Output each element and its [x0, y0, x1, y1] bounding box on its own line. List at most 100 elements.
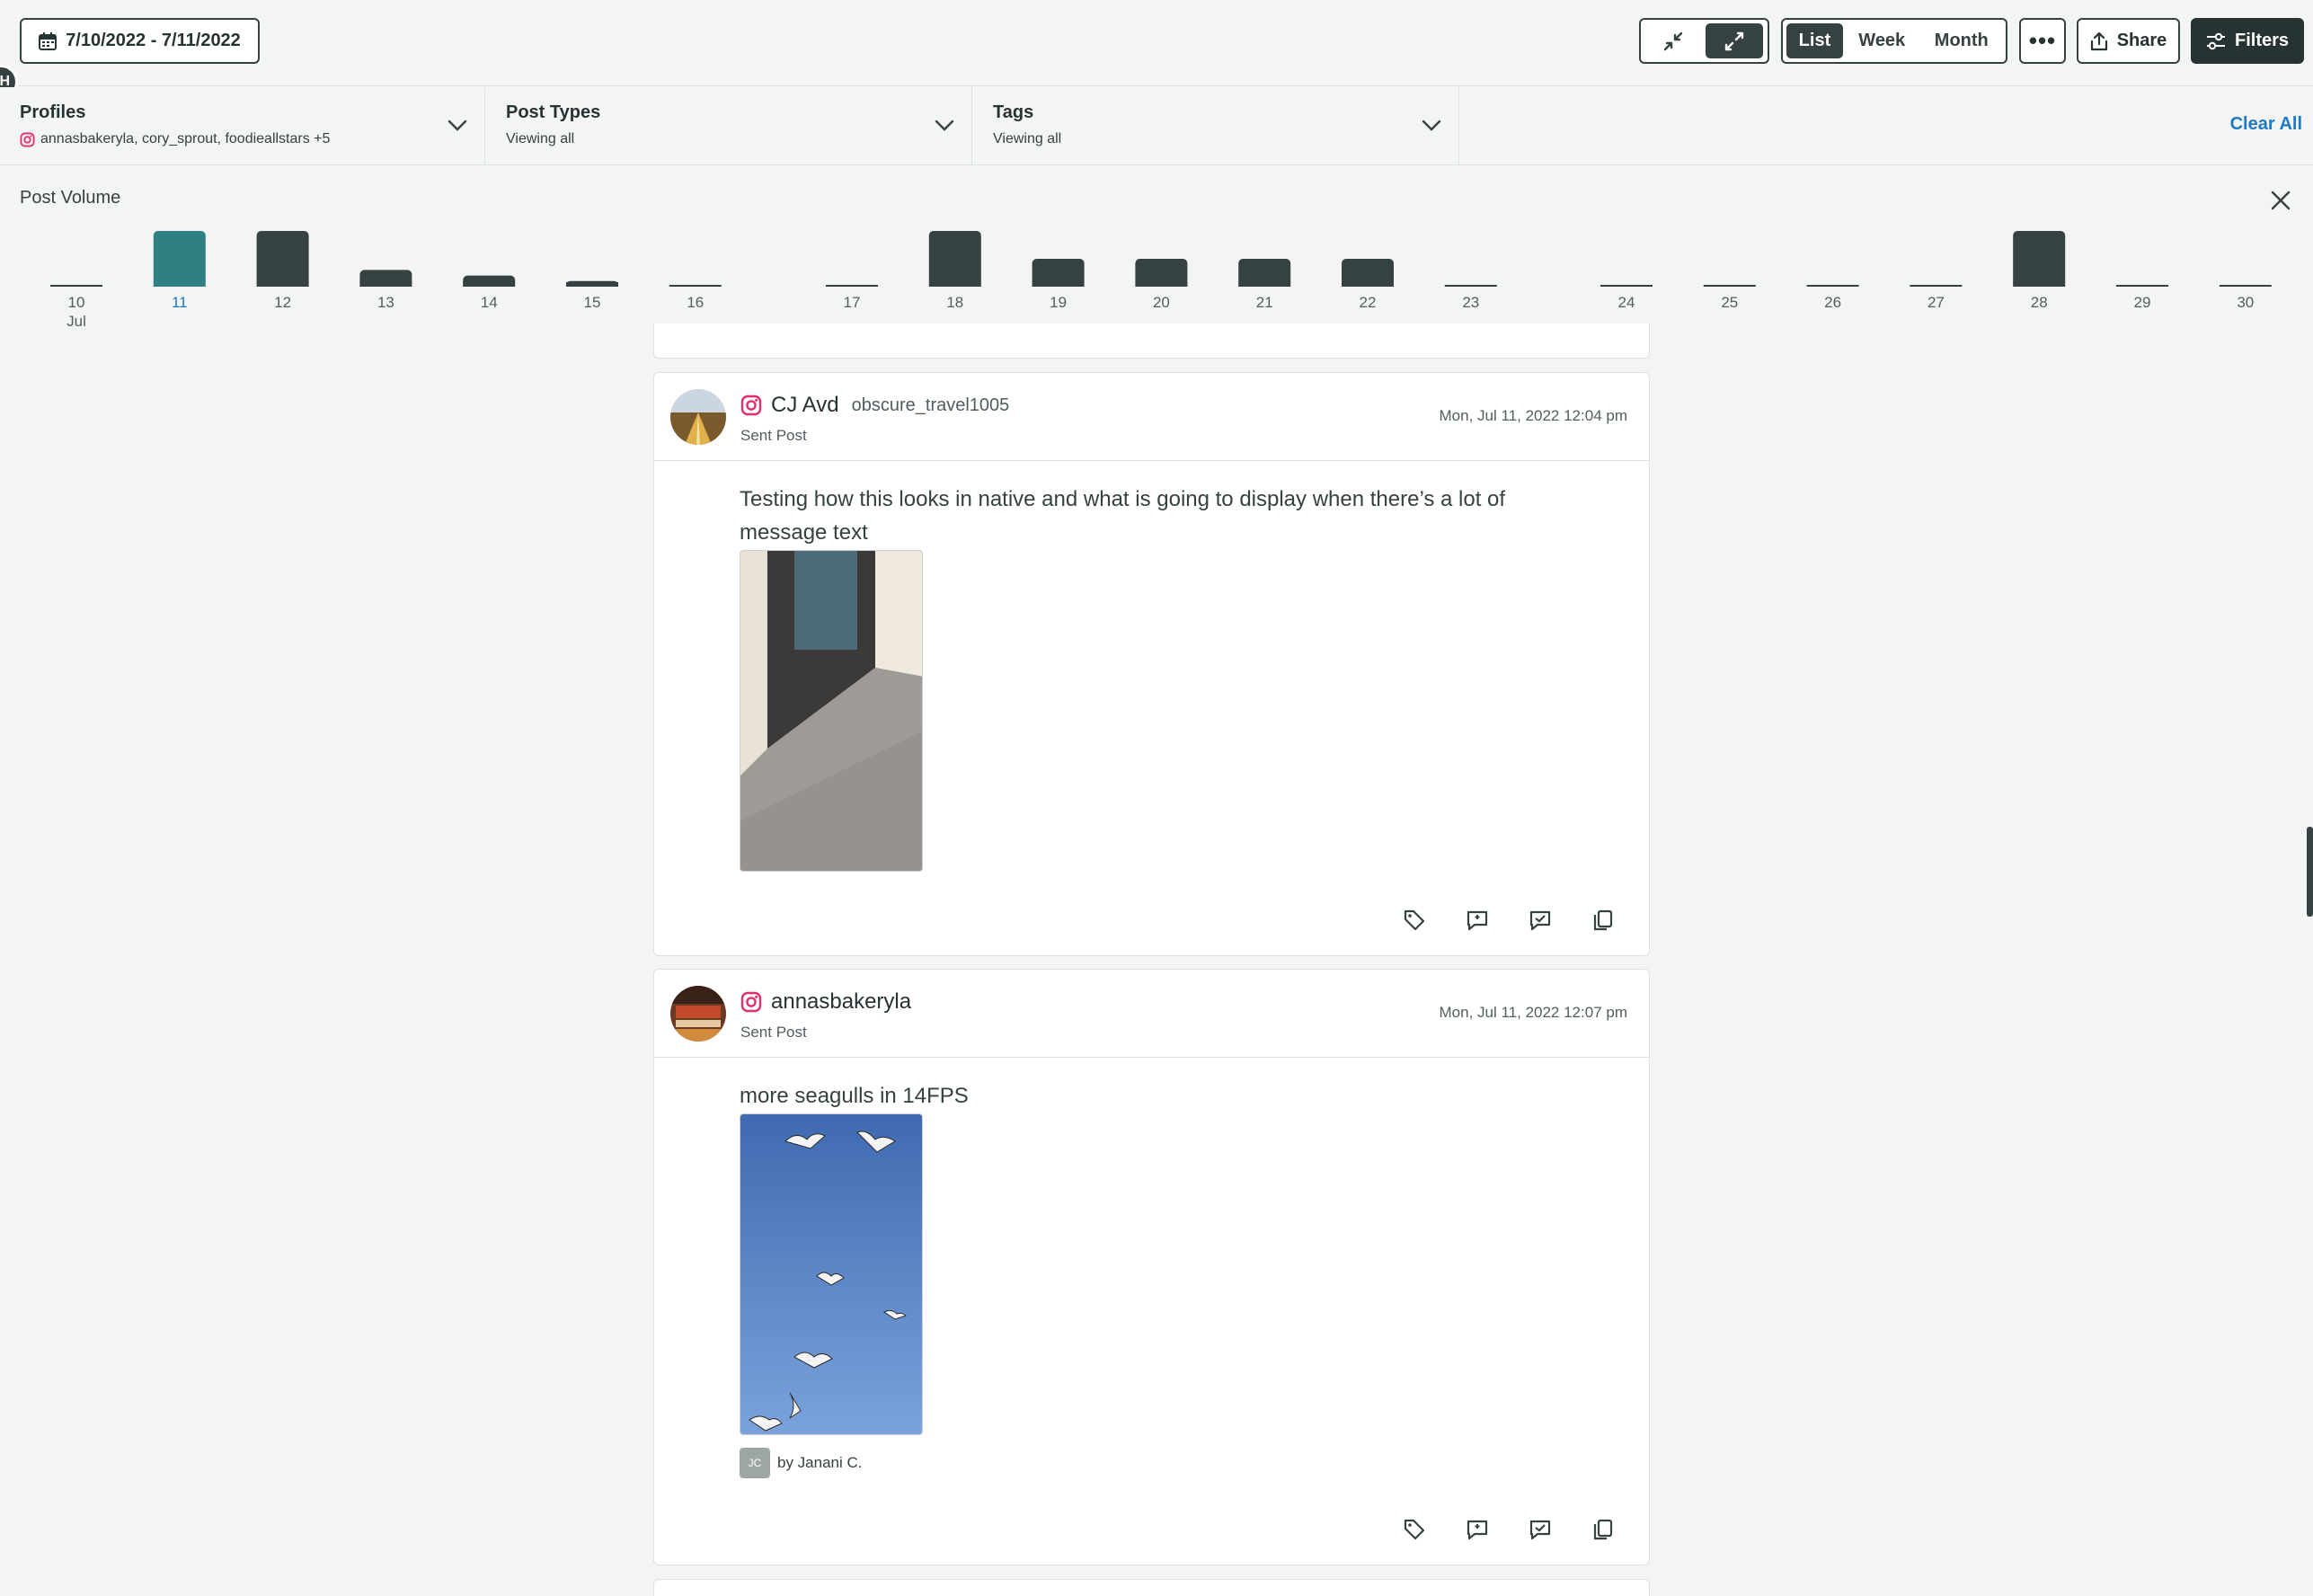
- chevron-down-icon: [935, 120, 954, 131]
- next-post-card-top: [653, 1579, 1650, 1596]
- volume-bar-28[interactable]: [2013, 231, 2066, 287]
- volume-bar-30[interactable]: [2219, 285, 2272, 287]
- clear-all-link[interactable]: Clear All: [2230, 114, 2302, 135]
- volume-bar-base-19: [1032, 282, 1085, 287]
- volume-day-label-15: 15: [584, 294, 601, 311]
- post-message: Testing how this looks in native and wha…: [740, 487, 1506, 545]
- post-message: more seagulls in 14FPS: [740, 1084, 969, 1108]
- volume-bar-10[interactable]: [50, 285, 102, 287]
- volume-bar-base-28: [2013, 282, 2066, 287]
- filters-button[interactable]: Filters: [2191, 18, 2304, 64]
- post-types-filter[interactable]: Post Types Viewing all: [486, 87, 972, 165]
- view-list-button[interactable]: List: [1786, 23, 1843, 58]
- tag-icon[interactable]: [1403, 1518, 1426, 1541]
- instagram-icon: [740, 395, 762, 416]
- volume-day-label-18: 18: [946, 294, 963, 311]
- byline-text: by Janani C.: [777, 1454, 863, 1471]
- volume-bar-12[interactable]: [256, 231, 309, 287]
- expanded-view-button[interactable]: [1706, 23, 1763, 58]
- volume-bar-23[interactable]: [1444, 285, 1497, 287]
- volume-bar-27[interactable]: [1910, 285, 1963, 287]
- task-icon[interactable]: [1529, 909, 1552, 932]
- close-icon[interactable]: [2270, 190, 2291, 211]
- filter-bar: Profiles annasbakeryla, cory_sprout, foo…: [0, 87, 2313, 165]
- tags-filter-title: Tags: [993, 102, 1034, 122]
- volume-day-label-12: 12: [274, 294, 291, 311]
- view-week-button[interactable]: Week: [1847, 23, 1918, 58]
- post-handle: obscure_travel1005: [851, 395, 1010, 415]
- density-toggle: [1639, 18, 1769, 64]
- tags-filter-value: Viewing all: [993, 131, 1062, 146]
- volume-bar-16[interactable]: [669, 285, 722, 287]
- post-types-filter-value: Viewing all: [506, 131, 575, 146]
- volume-bar-base-12: [256, 282, 309, 287]
- volume-day-label-16: 16: [687, 294, 704, 311]
- volume-bar-base-14: [463, 282, 516, 287]
- view-switcher: List Week Month: [1781, 18, 2007, 64]
- volume-bar-base-21: [1238, 282, 1291, 287]
- post-author[interactable]: annasbakeryla: [771, 989, 911, 1015]
- volume-day-label-14: 14: [481, 294, 498, 311]
- volume-day-label-19: 19: [1050, 294, 1067, 311]
- post-types-filter-title: Post Types: [506, 102, 601, 122]
- volume-bar-11[interactable]: [153, 231, 206, 287]
- instagram-icon: [740, 991, 762, 1013]
- filters-label: Filters: [2234, 31, 2290, 50]
- volume-bar-29[interactable]: [2116, 285, 2168, 287]
- copy-icon[interactable]: [1591, 909, 1615, 932]
- volume-bar-25[interactable]: [1703, 285, 1756, 287]
- volume-month-label: Jul: [66, 313, 86, 330]
- volume-day-label-17: 17: [844, 294, 861, 311]
- volume-day-label-26: 26: [1824, 294, 1841, 311]
- calendar-icon: [39, 31, 58, 50]
- copy-icon[interactable]: [1591, 1518, 1615, 1541]
- task-icon[interactable]: [1529, 1518, 1552, 1541]
- volume-day-label-27: 27: [1928, 294, 1945, 311]
- instagram-icon: [20, 131, 35, 147]
- more-dots-icon: •••: [2028, 27, 2057, 54]
- volume-day-label-23: 23: [1462, 294, 1479, 311]
- post-card-header: CJ Avd obscure_travel1005 Sent Post Mon,…: [654, 373, 1649, 461]
- post-author[interactable]: CJ Avd: [771, 393, 839, 418]
- scrollbar-thumb[interactable]: [2307, 827, 2313, 917]
- volume-day-label-20: 20: [1153, 294, 1170, 311]
- volume-bar-base-13: [359, 282, 412, 287]
- top-toolbar: 7/10/2022 - 7/11/2022 List Week Month ••…: [0, 0, 2313, 86]
- post-card: annasbakeryla Sent Post Mon, Jul 11, 202…: [653, 969, 1650, 1565]
- volume-bar-17[interactable]: [826, 285, 878, 287]
- profiles-filter[interactable]: Profiles annasbakeryla, cory_sprout, foo…: [0, 87, 485, 165]
- post-type: Sent Post: [740, 427, 807, 444]
- post-volume-panel: 10 11 12 13 14 15 16 17 18 19 20 21 22 23 24 25 26 27 28 29…: [0, 166, 2313, 341]
- post-byline: JC by Janani C.: [740, 1448, 1563, 1478]
- sliders-icon: [2206, 32, 2225, 49]
- post-timestamp: Mon, Jul 11, 2022 12:07 pm: [1439, 1004, 1628, 1021]
- volume-bar-26[interactable]: [1806, 285, 1859, 287]
- comment-icon[interactable]: [1466, 909, 1489, 932]
- volume-day-label-11: 11: [172, 294, 188, 311]
- more-options-button[interactable]: •••: [2019, 18, 2066, 64]
- profiles-filter-title: Profiles: [20, 102, 86, 122]
- volume-bar-base-20: [1135, 282, 1188, 287]
- share-button[interactable]: Share: [2077, 18, 2180, 64]
- volume-bar-24[interactable]: [1600, 285, 1653, 287]
- share-icon: [2090, 31, 2107, 50]
- date-range-label: 7/10/2022 - 7/11/2022: [66, 31, 241, 50]
- volume-day-label-21: 21: [1256, 294, 1273, 311]
- date-range-button[interactable]: 7/10/2022 - 7/11/2022: [20, 18, 260, 64]
- tag-icon[interactable]: [1403, 909, 1426, 932]
- post-media-image[interactable]: [740, 1113, 923, 1435]
- expand-arrows-icon: [1724, 31, 1744, 50]
- volume-day-label-25: 25: [1721, 294, 1738, 311]
- volume-day-label-22: 22: [1360, 294, 1377, 311]
- volume-day-label-24: 24: [1618, 294, 1635, 311]
- volume-bar-18[interactable]: [928, 231, 981, 287]
- post-media-image[interactable]: [740, 550, 923, 872]
- tags-filter[interactable]: Tags Viewing all: [973, 87, 1459, 165]
- volume-bar-base-22: [1342, 282, 1394, 287]
- post-type: Sent Post: [740, 1024, 807, 1041]
- volume-day-label-29: 29: [2134, 294, 2151, 311]
- compact-view-button[interactable]: [1644, 23, 1702, 58]
- comment-icon[interactable]: [1466, 1518, 1489, 1541]
- profiles-filter-value: annasbakeryla, cory_sprout, foodieallsta…: [40, 131, 331, 146]
- view-month-button[interactable]: Month: [1921, 23, 2002, 58]
